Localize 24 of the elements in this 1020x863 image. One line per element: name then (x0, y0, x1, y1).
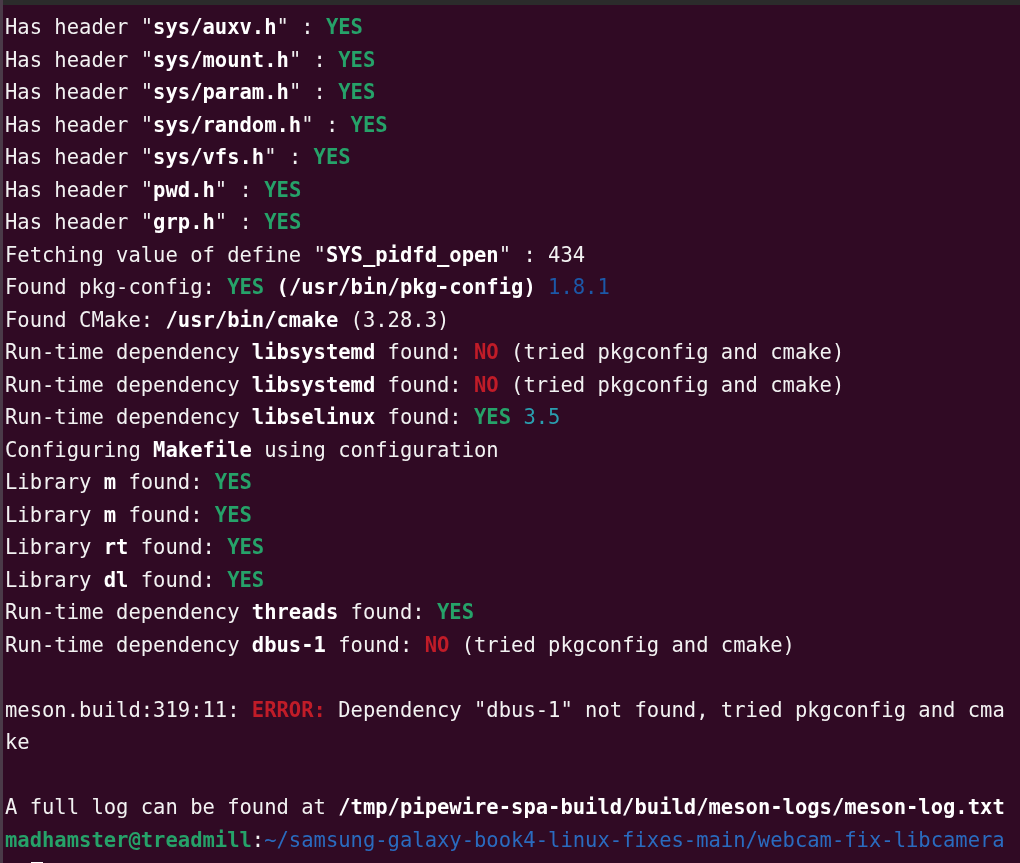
log-line: Library dl found: YES (5, 566, 265, 594)
log-line: Run-time dependency dbus-1 found: NO (tried pkgconfig and cmake) (5, 631, 795, 659)
log-line: Has header "sys/mount.h" : YES (5, 46, 376, 74)
log-line: Library m found: YES (5, 469, 252, 496)
log-line: Library rt found: YES (5, 534, 265, 561)
log-line: Has header "sys/random.h" : YES (5, 111, 388, 139)
log-line: Has header "sys/param.h" : YES (5, 79, 376, 106)
log-line: madhamster@treadmill:~/samsung-galaxy-book4-linux-fixes-main/webcam-fix-libcamera (5, 826, 1005, 854)
log-line: Has header "sys/auxv.h" : YES (5, 14, 363, 41)
log-line: Library m found: YES (5, 501, 252, 529)
log-line: A full log can be found at /tmp/pipewire-spa-build/build/meson-logs/meson-log.txt (5, 794, 1005, 821)
log-line: meson.build:319:11: ERROR: Dependency "dbus-1" not found, tried pkgconfig and cma (5, 696, 1005, 724)
log-line: Found CMake: /usr/bin/cmake (3.28.3) (5, 306, 450, 334)
log-line: Run-time dependency libselinux found: YES 3.5 (5, 404, 561, 431)
log-line: Found pkg-config: YES (/usr/bin/pkg-config) 1.8.1 (5, 274, 610, 301)
log-line: Has header "grp.h" : YES (5, 209, 302, 236)
log-line: Run-time dependency libsystemd found: NO (tried pkgconfig and cmake) (5, 339, 845, 366)
log-line: Run-time dependency libsystemd found: NO (tried pkgconfig and cmake) (5, 371, 845, 399)
log-line: Configuring Makefile using configuration (5, 436, 499, 464)
log-line: Fetching value of define "SYS_pidfd_open" : 434 (5, 241, 586, 269)
log-line: Run-time dependency threads found: YES (5, 599, 475, 626)
log-line: ke (5, 729, 30, 756)
log-line: Has header "pwd.h" : YES (5, 176, 302, 204)
log-line: Has header "sys/vfs.h" : YES (5, 144, 351, 171)
